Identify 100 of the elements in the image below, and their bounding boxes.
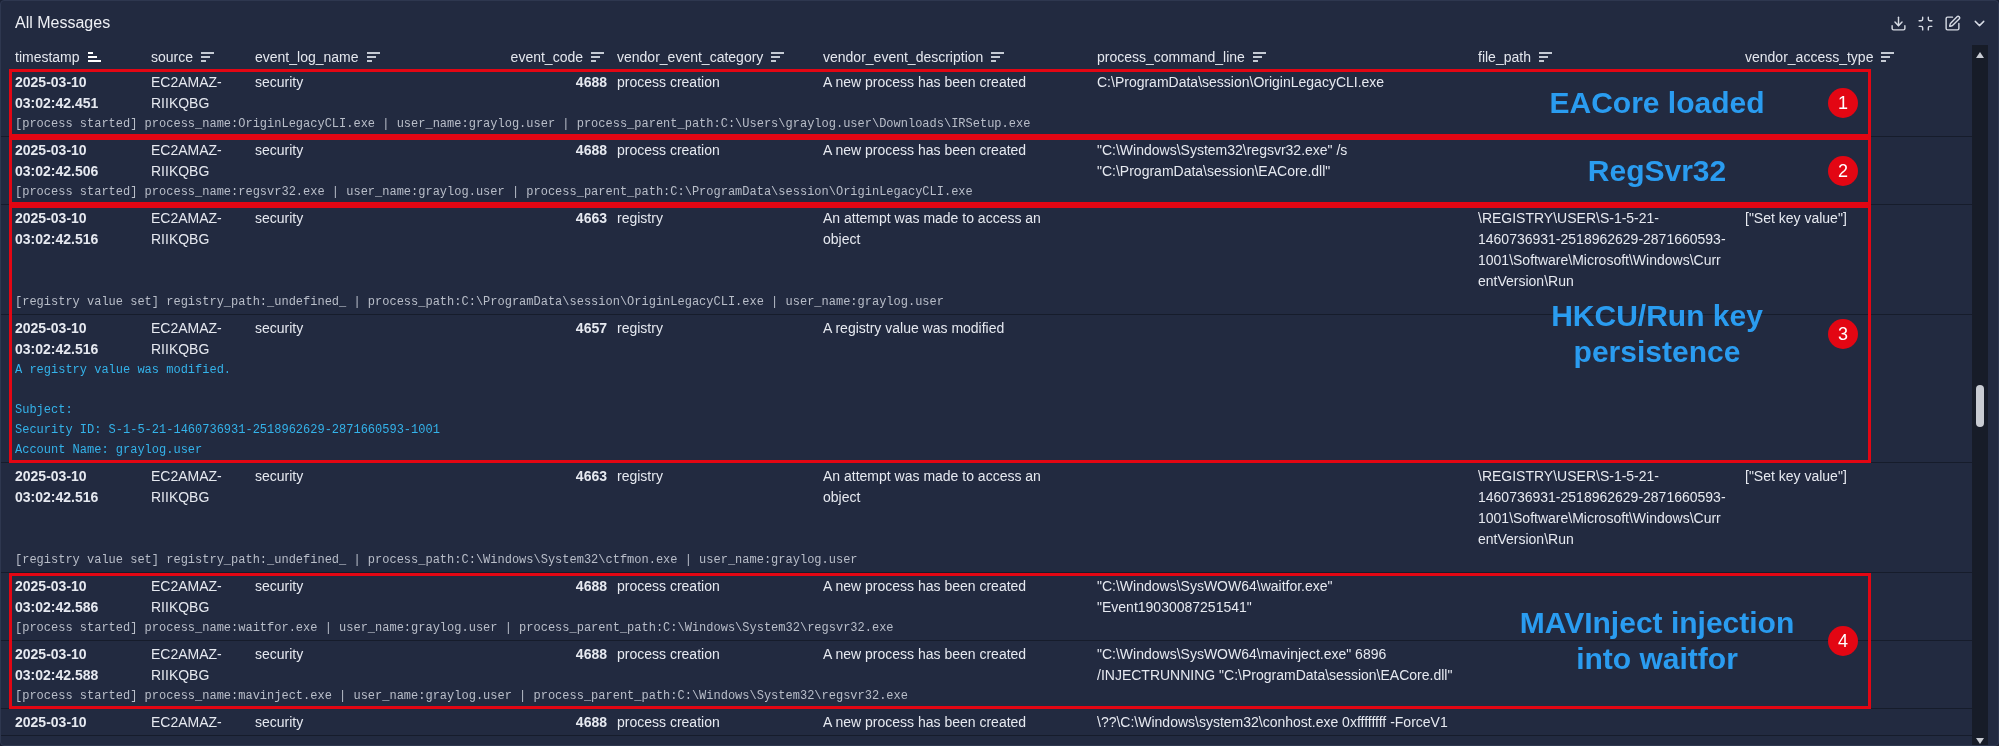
table-cell-text: security	[255, 467, 305, 486]
scrollbar[interactable]	[1972, 45, 1988, 745]
table-cell-text: 2025-03-10	[15, 713, 88, 732]
sort-icon[interactable]	[201, 51, 216, 63]
column-header[interactable]: vendor_event_category	[617, 49, 764, 65]
table-cell-text: EC2AMAZ-RIIKQBG	[151, 645, 223, 685]
table-cell-text: A new process has been created	[823, 141, 1028, 160]
sort-icon[interactable]	[1881, 51, 1896, 63]
edit-icon[interactable]	[1944, 14, 1961, 32]
scroll-thumb[interactable]	[1976, 385, 1984, 427]
column-header[interactable]: timestamp	[15, 49, 80, 65]
table-cell-text: registry	[617, 319, 664, 338]
table-cell-text: security	[255, 209, 305, 228]
table-cell-text: process creation	[617, 713, 721, 732]
annotation-label: MAVInject injection into waitfor	[1518, 605, 1796, 677]
table-cell-text: C:\ProgramData\session\OriginLegacyCLI.exe	[1097, 73, 1386, 92]
sort-icon[interactable]	[991, 51, 1006, 63]
table-cell-text: 4688	[574, 577, 608, 596]
message-line: Subject:	[15, 402, 73, 419]
table-cell-text: 4688	[574, 73, 608, 92]
table-cell-text: security	[255, 73, 305, 92]
table-cell-text: An attempt was made to access an object	[823, 467, 1042, 507]
table-cell-text: \??\C:\Windows\system32\conhost.exe 0xffffffff -ForceV1	[1097, 713, 1449, 732]
table-cell-text: "C:\Windows\System32\regsvr32.exe" /s "C:\ProgramData\session\EACore.dll"	[1097, 141, 1349, 181]
table-cell-text: EC2AMAZ-RIIKQBG	[151, 141, 223, 181]
table-cell-text: A registry value was modified	[823, 319, 1006, 338]
sort-icon[interactable]	[591, 51, 605, 63]
table-cell-text: 4663	[574, 467, 608, 486]
scroll-down-icon[interactable]	[1975, 737, 1985, 745]
column-header[interactable]: vendor_access_type	[1745, 49, 1874, 65]
column-header[interactable]: source	[151, 49, 194, 65]
table-cell-text: A new process has been created	[823, 713, 1028, 732]
table-cell-text: 4663	[574, 209, 608, 228]
table-cell-text: security	[255, 319, 305, 338]
step-number-badge: 2	[1828, 156, 1858, 186]
column-header[interactable]: vendor_event_description	[823, 49, 984, 65]
scroll-up-icon[interactable]	[1975, 51, 1985, 59]
annotation-label: RegSvr32	[1586, 153, 1728, 189]
message-line: [process started] process_name:waitfor.exe | user_name:graylog.user | process_parent_path:C:\Windows\System32\regsvr32.exe	[15, 620, 894, 637]
table-cell-text: process creation	[617, 577, 721, 596]
table-cell-text: \REGISTRY\USER\S-1-5-21-1460736931-2518962629-2871660593-1001\Software\Microsoft\Windows\CurrentVersion\Run	[1478, 209, 1727, 291]
table-cell-text: 2025-03-10 03:02:42.586	[15, 577, 100, 617]
sort-ascending-icon[interactable]	[87, 51, 102, 63]
table-cell-text: security	[255, 577, 305, 596]
message-line: [process started] process_name:OriginLegacyCLI.exe | user_name:graylog.user | process_parent_path:C:\Users\graylog.user\Downloads\IRSetup.exe	[15, 116, 1031, 133]
sort-icon[interactable]	[366, 51, 381, 63]
table-cell-text: "C:\Windows\SysWOW64\mavinject.exe" 6896 /INJECTRUNNING "C:\ProgramData\session\EACore.dll"	[1097, 645, 1454, 685]
table-cell-text: ["Set key value"]	[1745, 467, 1848, 486]
table-cell-text: EC2AMAZ-RIIKQBG	[151, 73, 223, 113]
table-cell-text: A new process has been created	[823, 73, 1028, 92]
table-cell-text: security	[255, 141, 305, 160]
table-cell-text: security	[255, 645, 305, 664]
table-cell-text: 4688	[574, 645, 608, 664]
step-number-badge: 1	[1828, 88, 1858, 118]
column-header[interactable]: process_command_line	[1097, 49, 1245, 65]
step-number-badge: 3	[1828, 319, 1858, 349]
table-cell-text: 4657	[574, 319, 608, 338]
message-line: Security ID: S-1-5-21-1460736931-2518962629-2871660593-1001	[15, 422, 440, 439]
table-cell-text: A new process has been created	[823, 645, 1028, 664]
column-header[interactable]: file_path	[1478, 49, 1531, 65]
message-line: Account Name: graylog.user	[15, 442, 203, 459]
sort-icon[interactable]	[771, 51, 786, 63]
panel-title: All Messages	[15, 14, 111, 32]
sort-icon[interactable]	[1538, 51, 1553, 63]
table-cell-text: process creation	[617, 73, 721, 92]
table-cell-text: registry	[617, 209, 664, 228]
table-cell-text: 2025-03-10 03:02:42.516	[15, 319, 100, 359]
message-line: [process started] process_name:mavinject.exe | user_name:graylog.user | process_parent_path:C:\Windows\System32\regsvr32.exe	[15, 688, 908, 705]
table-cell-text: EC2AMAZ-RIIKQBG	[151, 319, 223, 359]
table-cell-text: 4688	[574, 141, 608, 160]
table-cell-text: An attempt was made to access an object	[823, 209, 1042, 249]
table-cell-text: \REGISTRY\USER\S-1-5-21-1460736931-2518962629-2871660593-1001\Software\Microsoft\Windows\CurrentVersion\Run	[1478, 467, 1727, 549]
download-icon[interactable]	[1890, 14, 1907, 32]
message-line: [registry value set] registry_path:_undefined_ | process_path:C:\ProgramData\session\OriginLegacyCLI.exe | user_name:graylog.user	[15, 294, 944, 311]
table-cell-text: EC2AMAZ-	[151, 713, 223, 732]
message-line: [process started] process_name:regsvr32.exe | user_name:graylog.user | process_parent_path:C:\ProgramData\session\OriginLegacyCLI.exe	[15, 184, 973, 201]
table-cell-text: 2025-03-10 03:02:42.451	[15, 73, 100, 113]
table-cell-text: security	[255, 713, 305, 732]
table-cell-text: 2025-03-10 03:02:42.516	[15, 467, 100, 507]
table-cell-text: 4688	[574, 713, 608, 732]
table-cell-text: process creation	[617, 141, 721, 160]
table-cell-text: "C:\Windows\SysWOW64\waitfor.exe" "Event19030087251541"	[1097, 577, 1334, 617]
table-cell-text: process creation	[617, 645, 721, 664]
table-cell-text: EC2AMAZ-RIIKQBG	[151, 467, 223, 507]
table-cell-text: registry	[617, 467, 664, 486]
sort-icon[interactable]	[1252, 51, 1267, 63]
table-cell-text: EC2AMAZ-RIIKQBG	[151, 577, 223, 617]
column-header[interactable]: event_log_name	[255, 49, 359, 65]
minimize-icon[interactable]	[1917, 14, 1934, 32]
annotation-label: EACore loaded	[1548, 85, 1766, 121]
table-cell-text: 2025-03-10 03:02:42.516	[15, 209, 100, 249]
table-cell-text: EC2AMAZ-RIIKQBG	[151, 209, 223, 249]
message-line: [registry value set] registry_path:_undefined_ | process_path:C:\Windows\System32\ctfmon.exe | user_name:graylog.user	[15, 552, 858, 569]
column-header[interactable]: event_code	[510, 49, 583, 65]
step-number-badge: 4	[1828, 626, 1858, 656]
table-cell-text: 2025-03-10 03:02:42.588	[15, 645, 100, 685]
table-cell-text: ["Set key value"]	[1745, 209, 1848, 228]
table-cell-text: A new process has been created	[823, 577, 1028, 596]
annotation-label: HKCU/Run key persistence	[1550, 298, 1764, 370]
message-line: A registry value was modified.	[15, 362, 232, 379]
